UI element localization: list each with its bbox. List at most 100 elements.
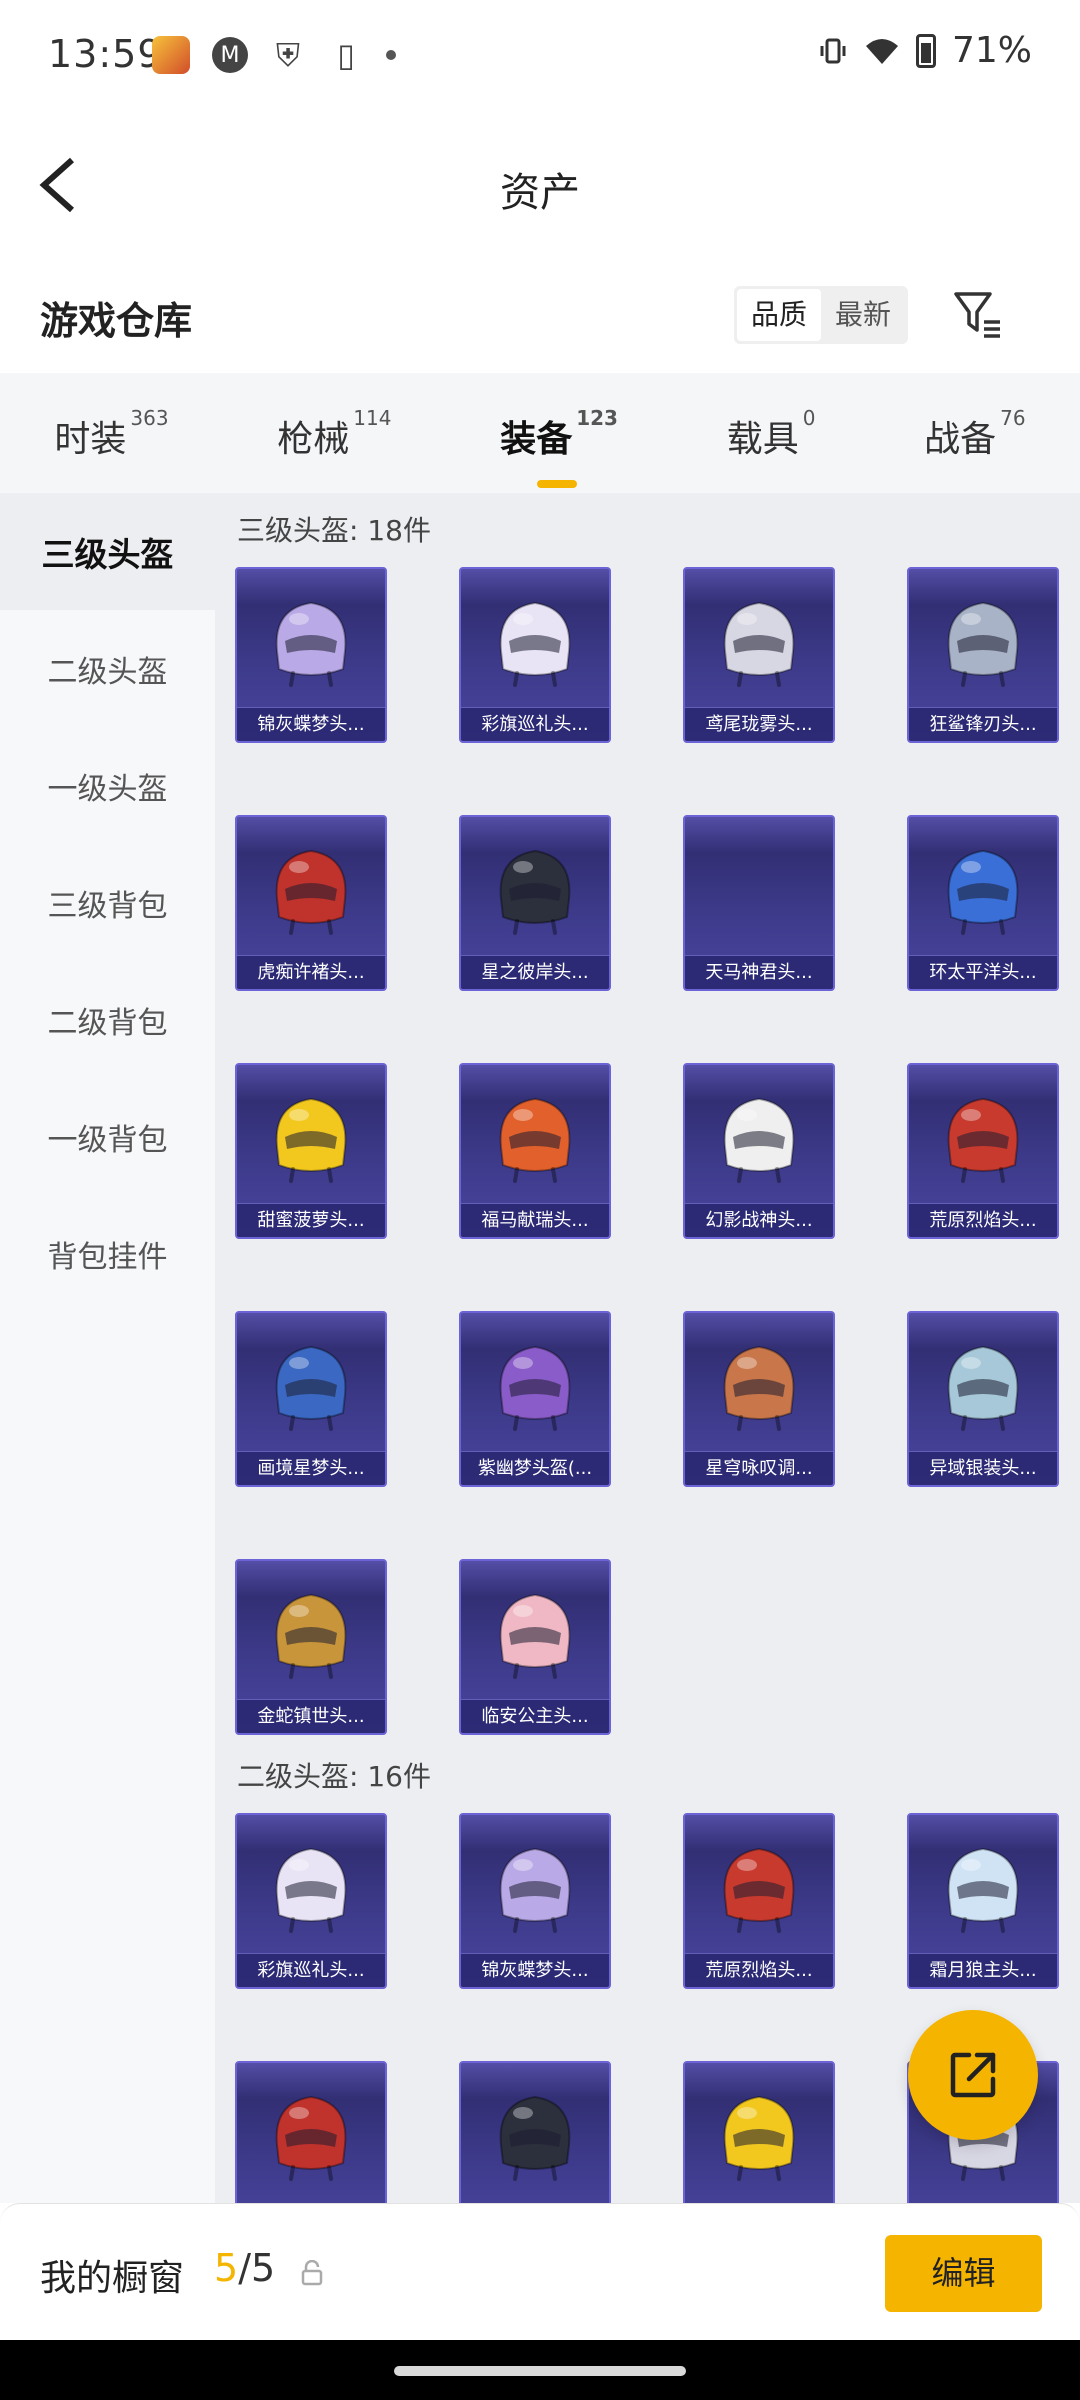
helmet-icon [275,849,347,935]
helmet-icon [723,601,795,687]
tab-count: 0 [802,406,816,430]
showcase-label: 我的橱窗 [40,2258,185,2299]
share-external-icon [950,2052,996,2098]
item-card[interactable]: 狂鲨锋刃头... [907,567,1059,743]
item-card-label: 锦灰蝶梦头... [461,1953,609,1987]
tab-label: 枪械 [277,419,350,460]
item-card[interactable]: 福马献瑞头... [459,1063,611,1239]
sort-newest-button[interactable]: 最新 [821,289,905,341]
helmet-icon [275,1345,347,1431]
system-nav-bar [0,2340,1080,2400]
item-card[interactable]: 彩旗巡礼头... [235,1813,387,1989]
item-card-label: 星穹咏叹调... [685,1451,833,1485]
item-card[interactable]: 星穹咏叹调... [683,1311,835,1487]
filter-icon[interactable] [950,286,1006,342]
item-card[interactable]: 幻影战神头... [683,1063,835,1239]
item-card[interactable]: 金蛇镇世头... [235,1559,387,1735]
tab-label: 时装 [54,419,127,460]
item-card-label: 临安公主头... [461,1699,609,1733]
item-card[interactable]: 彩旗巡礼头... [459,567,611,743]
item-card-label: 星之彼岸头... [461,955,609,989]
home-gesture-handle[interactable] [394,2366,686,2376]
helmet-icon [275,1593,347,1679]
tab-supplies[interactable]: 战备76 [924,404,1025,462]
subcategory-sidebar: 三级头盔 二级头盔 一级头盔 三级背包 二级背包 一级背包 背包挂件 [0,493,215,2203]
tab-count: 363 [130,406,169,430]
tab-vehicles[interactable]: 载具0 [727,404,816,462]
tab-label: 装备 [500,419,573,460]
item-card[interactable] [235,2061,387,2203]
sidebar-item-backpack-pendant[interactable]: 背包挂件 [0,1195,215,1312]
group-title-level3-helmet: 三级头盔: 18件 [237,514,431,547]
item-card[interactable]: 荒原烈焰头... [683,1813,835,1989]
status-bar: 13:59 M ⛨ ▯ 71% [0,0,1080,110]
wifi-icon [865,38,898,64]
item-card[interactable] [683,2061,835,2203]
helmet-icon [499,601,571,687]
category-tabs: 时装363 枪械114 装备123 载具0 战备76 [0,373,1080,493]
item-card[interactable]: 紫幽梦头盔(... [459,1311,611,1487]
helmet-icon [723,1097,795,1183]
phone-sync-icon: ▯ [337,36,355,74]
item-card-label: 荒原烈焰头... [685,1953,833,1987]
item-card[interactable] [459,2061,611,2203]
sidebar-item-level3-helmet[interactable]: 三级头盔 [0,493,215,610]
tab-fashion[interactable]: 时装363 [54,404,168,462]
helmet-icon [723,1847,795,1933]
battery-icon [915,33,936,68]
item-card-label: 幻影战神头... [685,1203,833,1237]
lock-icon [301,2260,323,2286]
item-card[interactable]: 荒原烈焰头... [907,1063,1059,1239]
share-button[interactable] [908,2010,1038,2140]
item-card-label: 金蛇镇世头... [237,1699,385,1733]
tab-count: 123 [576,406,618,430]
helmet-icon [499,2095,571,2181]
tab-equipment[interactable]: 装备123 [500,404,618,462]
item-card[interactable]: 星之彼岸头... [459,815,611,991]
sidebar-item-level2-backpack[interactable]: 二级背包 [0,961,215,1078]
item-card[interactable]: 锦灰蝶梦头... [235,567,387,743]
item-card-label: 福马献瑞头... [461,1203,609,1237]
edit-button[interactable]: 编辑 [885,2235,1042,2312]
item-card-label: 虎痴许褚头... [237,955,385,989]
content-area: 三级头盔 二级头盔 一级头盔 三级背包 二级背包 一级背包 背包挂件 三级头盔:… [0,493,1080,2203]
item-card-label: 鸢尾珑雾头... [685,707,833,741]
item-card-label: 画境星梦头... [237,1451,385,1485]
app-header: 资产 [0,110,1080,260]
helmet-icon [275,1097,347,1183]
sort-quality-button[interactable]: 品质 [737,289,822,341]
helmet-icon [499,849,571,935]
status-icons-left: M ⛨ ▯ [152,36,396,74]
item-card[interactable]: 锦灰蝶梦头... [459,1813,611,1989]
item-card[interactable]: 虎痴许褚头... [235,815,387,991]
tab-guns[interactable]: 枪械114 [277,404,391,462]
item-card[interactable]: 临安公主头... [459,1559,611,1735]
sidebar-item-level3-backpack[interactable]: 三级背包 [0,844,215,961]
item-card[interactable]: 画境星梦头... [235,1311,387,1487]
item-card[interactable]: 霜月狼主头... [907,1813,1059,1989]
item-card[interactable]: 甜蜜菠萝头... [235,1063,387,1239]
showcase-bar: 我的橱窗 5/5 编辑 [0,2203,1080,2340]
item-card[interactable]: 天马神君头... [683,815,835,991]
helmet-icon [947,1345,1019,1431]
item-card-label: 狂鲨锋刃头... [909,707,1057,741]
helmet-icon [947,1097,1019,1183]
item-card-label: 锦灰蝶梦头... [237,707,385,741]
vibrate-icon [820,38,846,63]
item-card[interactable]: 异域银装头... [907,1311,1059,1487]
sort-toggle: 品质 最新 [734,286,909,344]
sidebar-item-level2-helmet[interactable]: 二级头盔 [0,610,215,727]
showcase-count: 5/5 [214,2246,275,2290]
sidebar-item-level1-helmet[interactable]: 一级头盔 [0,727,215,844]
item-card[interactable]: 鸢尾珑雾头... [683,567,835,743]
sidebar-item-level1-backpack[interactable]: 一级背包 [0,1078,215,1195]
battery-percent: 71% [951,30,1032,71]
page-title: 资产 [500,170,580,216]
showcase-current: 5 [214,2246,239,2290]
helmet-icon [499,1097,571,1183]
item-card[interactable]: 环太平洋头... [907,815,1059,991]
dot-icon [386,50,396,60]
item-card-label: 紫幽梦头盔(... [461,1451,609,1485]
helmet-icon [499,1847,571,1933]
tab-count: 76 [1000,406,1026,430]
